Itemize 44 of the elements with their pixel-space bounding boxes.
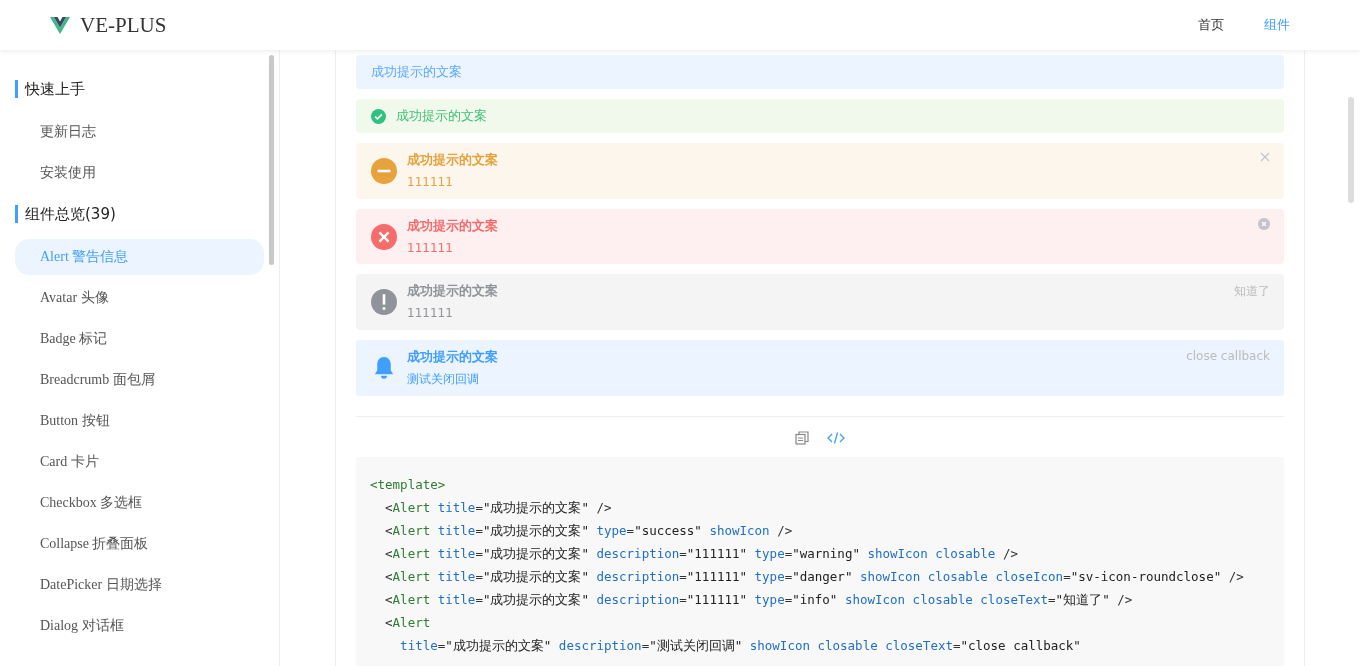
sidebar-group-title: 快速上手 [15, 80, 264, 98]
code-line: <Alert title="成功提示的文案" description="111111" type="info" showIcon closable closeText="知道了" /> [384, 590, 1134, 609]
alert-title: 成功提示的文案 [407, 150, 499, 169]
scrollbar-thumb[interactable] [1348, 97, 1354, 203]
code-line: title="成功提示的文案" description="测试关闭回调" showIcon closable closeText="close callback" [399, 636, 1082, 655]
code-line: <template> [370, 475, 447, 494]
sidebar-item[interactable]: Button 按钮 [15, 403, 264, 439]
alert-title: 成功提示的文案 [371, 63, 463, 81]
close-icon[interactable] [1260, 152, 1270, 162]
alert-title: 成功提示的文案 [407, 282, 499, 301]
code-line: <Alert title="成功提示的文案" /> [384, 498, 613, 517]
sidebar-item[interactable]: Collapse 折叠面板 [15, 526, 264, 562]
alert-title: 成功提示的文案 [407, 347, 499, 366]
sidebar-item[interactable]: 安装使用 [15, 155, 264, 191]
alert-description: 测试关闭回调 [407, 370, 480, 388]
close-circle-icon[interactable] [1258, 217, 1270, 230]
sidebar-item[interactable]: Breadcrumb 面包屑 [15, 362, 264, 398]
nav-link[interactable]: 首页 [1198, 12, 1224, 38]
check-circle-icon [371, 108, 386, 124]
sidebar-item[interactable]: 更新日志 [15, 114, 264, 150]
alert-title: 成功提示的文案 [396, 107, 488, 125]
sidebar-item[interactable]: Checkbox 多选框 [15, 485, 264, 521]
exclamation-circle-icon [371, 289, 397, 316]
alert-description: 111111 [407, 305, 454, 323]
sidebar-item[interactable]: Dialog 对话框 [15, 608, 264, 644]
code-line: <Alert title="成功提示的文案" description="111111" type="danger" showIcon closable closeIcon="sv-icon-roundclose" /> [384, 567, 1245, 586]
alert-description: 111111 [407, 239, 454, 257]
code-line: <Alert [384, 613, 432, 632]
code-icon[interactable] [827, 430, 845, 445]
sidebar-group-title: 组件总览(39) [15, 205, 264, 223]
copy-icon[interactable] [795, 430, 809, 445]
logo-text: VE-PLUS [80, 12, 167, 38]
code-line: <Alert title="成功提示的文案" type="success" showIcon /> [384, 521, 794, 540]
close-circle-icon [371, 223, 397, 250]
v-logo-icon [50, 16, 70, 34]
code-line: <Alert title="成功提示的文案" description="111111" type="warning" showIcon closable /> [384, 544, 1019, 563]
alert-description: 111111 [407, 173, 454, 191]
minus-circle-icon [371, 157, 397, 184]
sidebar-item[interactable]: Card 卡片 [15, 444, 264, 480]
sidebar-item[interactable]: DatePicker 日期选择 [15, 567, 264, 603]
scrollbar-thumb[interactable] [269, 55, 274, 265]
sidebar-item[interactable]: Badge 标记 [15, 321, 264, 357]
sidebar-item[interactable]: Avatar 头像 [15, 280, 264, 316]
alert-title: 成功提示的文案 [407, 216, 499, 235]
